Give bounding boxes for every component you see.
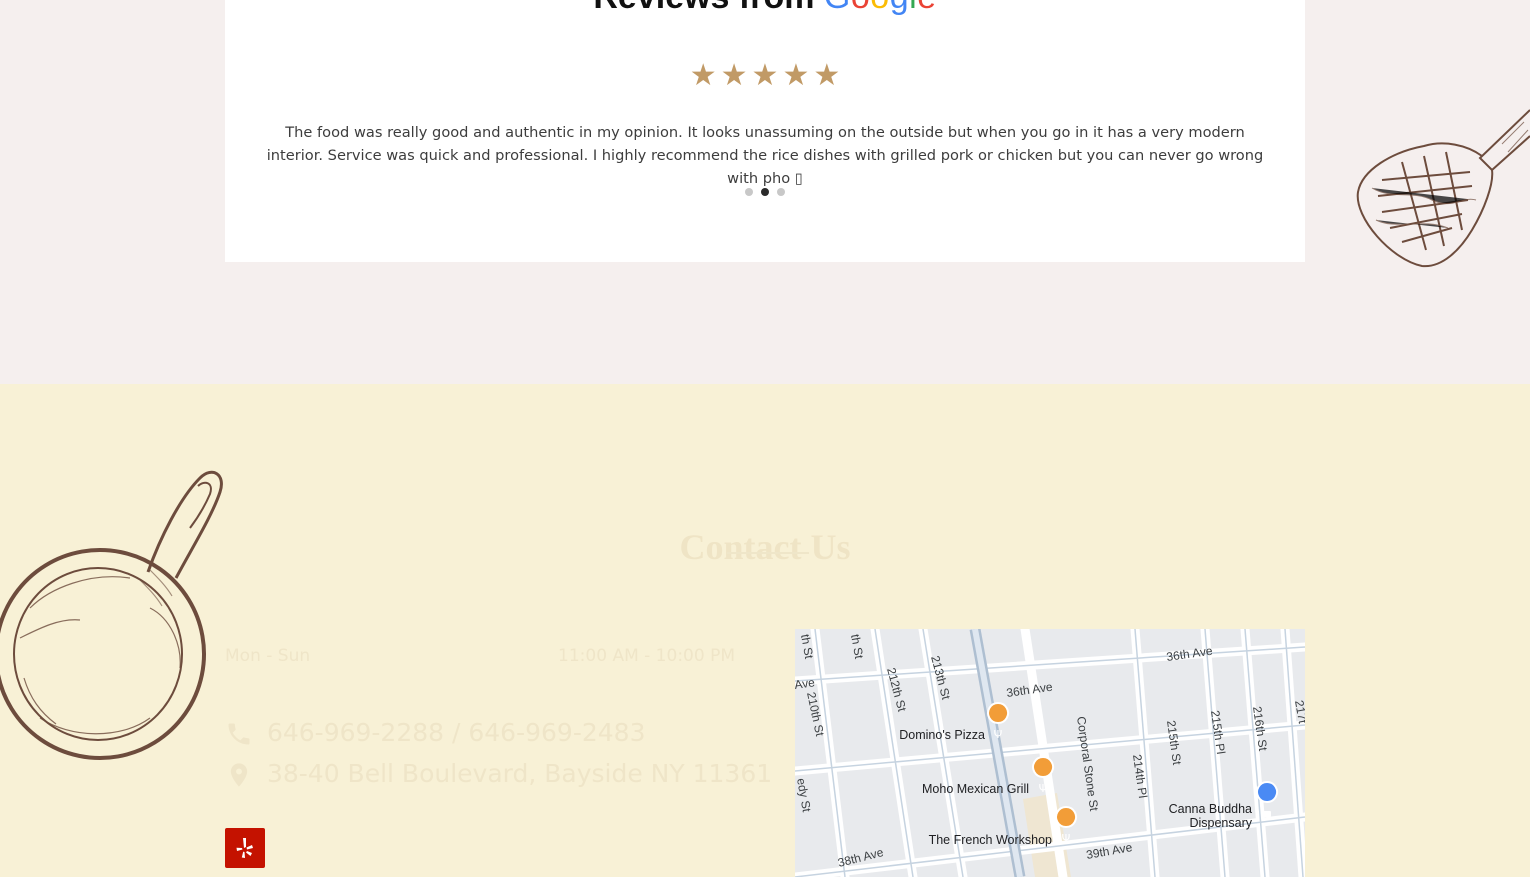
frying-pan-illustration bbox=[0, 470, 223, 760]
svg-text:Ψ: Ψ bbox=[1039, 782, 1048, 795]
opening-hours-row: Mon - Sun 11:00 AM - 10:00 PM bbox=[225, 646, 735, 670]
hours-time: 11:00 AM - 10:00 PM bbox=[558, 646, 735, 666]
svg-text:Domino's Pizza: Domino's Pizza bbox=[899, 728, 985, 742]
yelp-button[interactable] bbox=[225, 828, 265, 868]
title-divider bbox=[727, 552, 809, 554]
yelp-icon bbox=[236, 838, 253, 858]
star-rating: ★ ★ ★ ★ ★ bbox=[225, 58, 1305, 94]
reviews-heading: Reviews from Google bbox=[225, 0, 1305, 17]
svg-text:Canna Buddha: Canna Buddha bbox=[1169, 802, 1252, 816]
review-text: The food was really good and authentic i… bbox=[266, 123, 1264, 187]
star-icon: ★ bbox=[813, 58, 841, 93]
review-card: Reviews from Google ★★★★★ The food was r… bbox=[225, 0, 1305, 262]
location-pin-icon bbox=[230, 763, 248, 787]
hours-days: Mon - Sun bbox=[225, 646, 311, 666]
reviews-section: Reviews from Google ★★★★★ The food was r… bbox=[0, 0, 1530, 384]
slider-pagination bbox=[225, 188, 1305, 196]
phone-icon bbox=[228, 723, 250, 745]
google-logo-text: Google bbox=[824, 0, 937, 16]
slider-dot-3[interactable] bbox=[777, 188, 785, 196]
svg-text:Dispensary: Dispensary bbox=[1189, 816, 1252, 830]
star-icon: ★ bbox=[782, 58, 810, 93]
star-icon: ★ bbox=[689, 58, 717, 93]
spatula-illustration bbox=[1356, 109, 1530, 268]
star-icon: ★ bbox=[751, 58, 779, 93]
address-text[interactable]: 38-40 Bell Boulevard, Bayside NY 11361 bbox=[267, 759, 772, 788]
address-line[interactable]: 38-40 Bell Boulevard, Bayside NY 11361 bbox=[225, 759, 772, 793]
phone-numbers[interactable]: 646-969-2288 / 646-969-2483 bbox=[267, 718, 646, 747]
star-icon: ★ bbox=[720, 58, 748, 93]
contact-title: Contact Us bbox=[679, 526, 851, 567]
slider-dot-1[interactable] bbox=[745, 188, 753, 196]
slider-dot-2[interactable] bbox=[761, 188, 769, 196]
contact-section: Contact Us Mon - Sun 11:00 AM - 10:00 PM… bbox=[0, 384, 1530, 877]
svg-text:Ψ: Ψ bbox=[1062, 832, 1071, 845]
phone-line[interactable]: 646-969-2288 / 646-969-2483 bbox=[225, 718, 645, 752]
svg-text:Moho Mexican Grill: Moho Mexican Grill bbox=[922, 782, 1029, 796]
svg-text:Ψ: Ψ bbox=[994, 728, 1003, 741]
location-map[interactable]: 36th Ave 36th Ave 212th St 213th St 210t… bbox=[795, 629, 1305, 877]
reviews-heading-prefix: Reviews from bbox=[593, 0, 814, 16]
svg-text:The French Workshop: The French Workshop bbox=[929, 833, 1052, 847]
street-label: Ave bbox=[795, 675, 816, 692]
